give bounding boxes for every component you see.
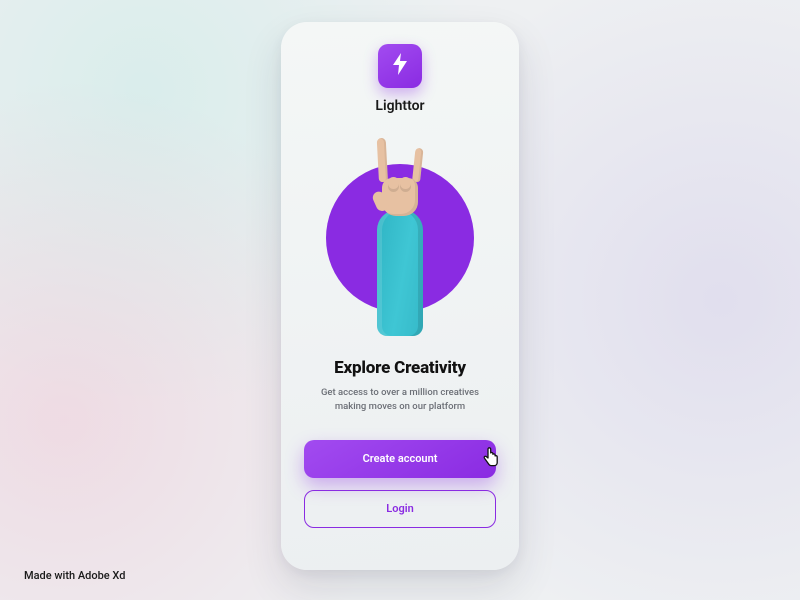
rock-hand-icon: [376, 146, 424, 216]
create-account-label: Create account: [363, 452, 438, 465]
app-icon: [378, 44, 422, 88]
hero-sleeve: [377, 210, 423, 336]
attribution-text: Made with Adobe Xd: [24, 569, 125, 582]
cursor-pointer-icon: [480, 446, 502, 468]
app-name: Lighttor: [375, 98, 424, 114]
hero-illustration: [322, 138, 478, 338]
create-account-button[interactable]: Create account: [304, 440, 496, 478]
login-label: Login: [386, 502, 413, 515]
lightning-icon: [390, 52, 410, 80]
login-button[interactable]: Login: [304, 490, 496, 528]
headline: Explore Creativity: [334, 358, 466, 378]
subtext: Get access to over a million creatives m…: [310, 386, 490, 414]
phone-mockup: Lighttor Explore Creativity Get access t…: [281, 22, 519, 570]
